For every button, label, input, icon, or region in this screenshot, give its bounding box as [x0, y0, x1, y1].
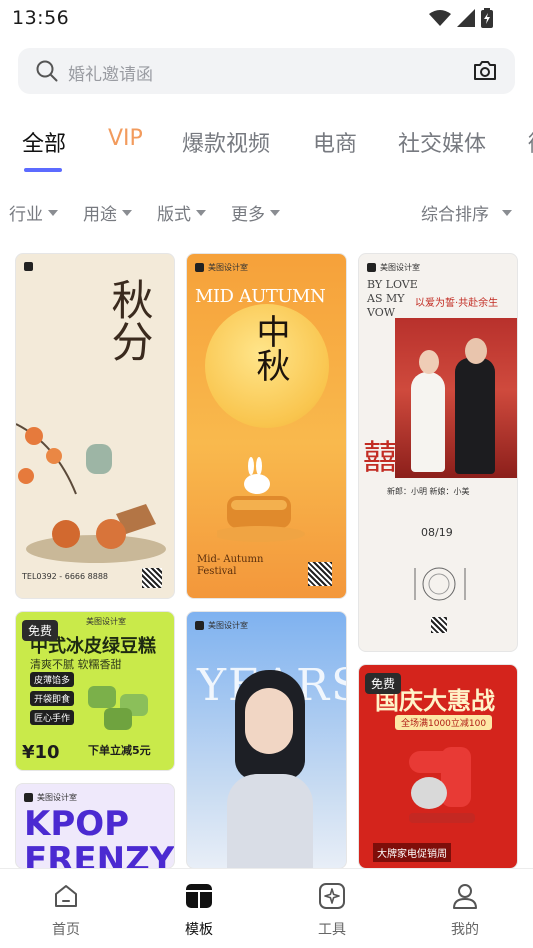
template-card-bean-cake[interactable]: 免费 美图设计室 中式冰皮绿豆糕 清爽不腻 软糯香甜 皮薄馅多 开袋即食 匠心手…: [15, 611, 175, 771]
filter-format[interactable]: 版式: [157, 200, 206, 225]
card-phone: TEL0392 - 6666 8888: [22, 572, 108, 581]
caret-down-icon: [270, 209, 280, 216]
nav-label: 我的: [451, 922, 479, 938]
card-headline-cn: 以爱为誓·共赴余生: [415, 298, 499, 309]
tab-hot-video[interactable]: 爆款视频: [182, 126, 270, 158]
card-footer: Mid- Autumn Festival: [197, 554, 264, 577]
brand-name: 美图设计室: [86, 617, 126, 626]
double-happiness-glyph: 囍: [363, 438, 397, 478]
search-icon: [36, 60, 58, 82]
caret-down-icon: [48, 209, 58, 216]
stand-mixer-illustration: [409, 747, 475, 823]
brand-logo: 美图设计室: [195, 262, 248, 273]
free-badge: 免费: [22, 620, 59, 641]
brand-logo: 美图设计室: [195, 620, 248, 631]
brand-name: 美图设计室: [380, 263, 420, 272]
wifi-icon: [429, 10, 451, 26]
filter-industry[interactable]: 行业: [9, 200, 58, 225]
card-price: ¥10: [22, 742, 60, 763]
qr-code: [142, 568, 162, 588]
user-icon: [453, 884, 477, 909]
qr-code: [431, 617, 447, 633]
nav-templates[interactable]: 模板: [164, 881, 234, 939]
tab-active-indicator: [24, 168, 62, 172]
tag-item: 匠心手作: [30, 710, 75, 725]
card-footer: 大牌家电促销周: [373, 843, 451, 862]
sort-dropdown[interactable]: 综合排序: [421, 200, 512, 225]
status-icons: [429, 8, 493, 28]
nav-label: 首页: [52, 922, 80, 938]
search-bar[interactable]: 婚礼邀请函: [18, 48, 515, 94]
tab-ecommerce[interactable]: 电商: [313, 126, 357, 158]
signal-icon: [457, 9, 475, 27]
card-title: 秋分: [105, 278, 154, 362]
template-card-wedding[interactable]: 美图设计室 BY LOVE AS MY VOW 以爱为誓·共赴余生 囍 新郎：小…: [358, 253, 518, 652]
home-icon: [55, 885, 77, 907]
battery-icon: [481, 8, 493, 28]
tag-item: 皮薄馅多: [30, 672, 75, 687]
status-bar: 13:56: [0, 0, 533, 36]
mooncake-rabbit-illustration: [217, 457, 305, 542]
card-title-cn: 中秋: [250, 314, 290, 382]
nav-profile[interactable]: 我的: [430, 881, 500, 939]
card-names: 新郎：小明 新娘：小美: [387, 487, 470, 496]
brand-logo: 美图设计室: [24, 792, 77, 803]
card-promo: 下单立减5元: [88, 744, 151, 757]
brand-name: 美图设计室: [208, 621, 248, 630]
qr-code: [308, 562, 332, 586]
template-icon: [186, 884, 212, 908]
template-card-national-day[interactable]: 免费 国庆大惠战 全场满1000立减100 大牌家电促销周: [358, 664, 518, 869]
wedding-photo: [395, 318, 517, 478]
filter-format-label: 版式: [157, 205, 191, 225]
card-subtitle: 全场满1000立减100: [395, 715, 493, 730]
filter-bar: 行业 用途 版式 更多 综合排序: [0, 198, 533, 228]
portrait-illustration: [227, 670, 313, 868]
card-title: KPOP FRENZY: [24, 804, 175, 869]
sort-label: 综合排序: [421, 205, 489, 225]
brand-name: 美图设计室: [37, 793, 77, 802]
template-card-mid-autumn[interactable]: 美图设计室 MID AUTUMN 中秋 Mid- Autumn Festival: [186, 253, 347, 599]
tab-vip[interactable]: VIP: [108, 126, 143, 151]
caret-down-icon: [502, 209, 512, 216]
brand-logo: [24, 262, 33, 271]
status-time: 13:56: [12, 7, 70, 29]
caret-down-icon: [122, 209, 132, 216]
tag-list: 皮薄馅多 开袋即食 匠心手作: [30, 672, 75, 725]
tag-item: 开袋即食: [30, 691, 75, 706]
bottom-nav: 首页 模板 工具 我的: [0, 868, 533, 948]
card-date: 08/19: [421, 526, 453, 539]
tab-partial[interactable]: 街: [528, 126, 533, 158]
nav-tools[interactable]: 工具: [297, 881, 367, 939]
caret-down-icon: [196, 209, 206, 216]
search-input[interactable]: 婚礼邀请函: [68, 60, 153, 85]
free-badge: 免费: [365, 673, 402, 694]
template-card-years[interactable]: 美图设计室 YEARS: [186, 611, 347, 869]
nav-label: 工具: [318, 922, 346, 938]
filter-usage-label: 用途: [83, 205, 117, 225]
tab-social-media[interactable]: 社交媒体: [398, 126, 486, 158]
nav-home[interactable]: 首页: [31, 881, 101, 939]
nav-label: 模板: [185, 922, 213, 938]
persimmon-branch-illustration: [16, 423, 166, 563]
table-setting-illustration: [414, 567, 466, 601]
tab-all[interactable]: 全部: [22, 126, 66, 158]
magic-tools-icon: [319, 883, 345, 909]
filter-industry-label: 行业: [9, 205, 43, 225]
filter-more[interactable]: 更多: [231, 200, 280, 225]
card-subtitle: 清爽不腻 软糯香甜: [30, 658, 122, 671]
template-card-kpop[interactable]: 美图设计室 KPOP FRENZY: [15, 783, 175, 869]
brand-logo: 美图设计室: [367, 262, 420, 273]
category-tabs: 全部 VIP 爆款视频 电商 社交媒体 街: [0, 118, 533, 178]
filter-usage[interactable]: 用途: [83, 200, 132, 225]
template-card-autumn-equinox[interactable]: 秋分 TEL0392 - 6666 8888: [15, 253, 175, 599]
camera-icon[interactable]: [473, 59, 497, 81]
brand-name: 美图设计室: [208, 263, 248, 272]
bean-cake-illustration: [82, 678, 166, 732]
filter-more-label: 更多: [231, 205, 265, 225]
